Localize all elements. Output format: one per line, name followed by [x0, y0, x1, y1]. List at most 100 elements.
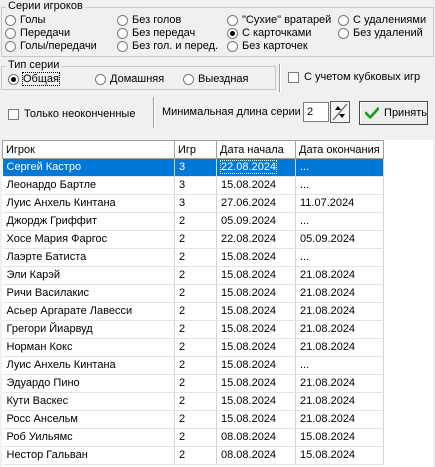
series-table[interactable]: Игрок Игр Дата начала Дата окончания Сер… [2, 140, 433, 467]
column-header-player[interactable]: Игрок [2, 140, 175, 159]
cell-start-date-text: 15.08.2024 [221, 395, 277, 407]
cell-games-text: 2 [179, 287, 186, 299]
table-row[interactable]: Роб Уильямс 2 08.08.2024 15.08.2024 [2, 428, 384, 447]
cell-player-text: Лаэрте Батиста [6, 251, 87, 263]
table-row[interactable]: Леонардо Бартле 3 15.08.2024... [2, 176, 384, 195]
radio-type-overall[interactable]: Общая [8, 72, 60, 86]
radio-goals-assists[interactable]: Голы/передачи [5, 39, 97, 53]
radio-indicator [338, 27, 349, 39]
table-row[interactable]: Эли Карэй 2 15.08.2024 21.08.2024 [2, 266, 384, 285]
radio-type-home[interactable]: Домашняя [95, 72, 164, 86]
radio-label: Голы/передачи [20, 40, 97, 52]
cell-start-date: 15.08.2024 [216, 410, 296, 429]
radio-indicator [117, 14, 128, 26]
table-row[interactable]: Луис Анхель Кинтана 2 15.08.2024... [2, 356, 384, 375]
cell-start-date-text: 15.08.2024 [221, 323, 277, 335]
cell-games-text: 2 [179, 269, 186, 281]
radio-indicator [5, 40, 16, 52]
radio-type-away[interactable]: Выездная [183, 72, 249, 86]
cell-player: Хосе Мария Фаргос [2, 230, 175, 249]
table-row[interactable]: Грегори Йиарвуд 2 15.08.2024 21.08.2024 [2, 320, 384, 339]
apply-button[interactable]: Принять [359, 101, 428, 125]
cell-games-text: 3 [179, 197, 186, 209]
cell-player-text: Луис Анхель Кинтана [6, 359, 116, 371]
cell-start-date: 08.08.2024 [216, 446, 296, 465]
checkbox-indicator [288, 71, 299, 83]
cell-player-text: Ричи Василакис [6, 287, 90, 299]
cell-start-date-text: 15.08.2024 [221, 269, 277, 281]
cell-start-date-text: 08.08.2024 [221, 449, 277, 461]
radio-indicator [5, 27, 16, 39]
cell-player: Джордж Гриффит [2, 212, 175, 231]
radio-indicator [227, 40, 238, 52]
radio-with-dismissals[interactable]: С удалениями [338, 13, 426, 27]
radio-no-goals-assists[interactable]: Без гол. и перед. [117, 39, 218, 53]
cell-start-date: 15.08.2024 [216, 392, 296, 411]
radio-goals[interactable]: Голы [5, 13, 45, 27]
table-row[interactable]: Кути Васкес 2 15.08.2024 21.08.2024 [2, 392, 384, 411]
cell-start-date-text: 15.08.2024 [221, 179, 277, 191]
radio-no-dismissals[interactable]: Без удалений [338, 26, 423, 40]
radio-indicator [183, 73, 194, 85]
table-row[interactable]: Эдуардо Пино 2 15.08.2024 21.08.2024 [2, 374, 384, 393]
cell-end-date: 21.08.2024 [295, 302, 384, 321]
cell-start-date: 15.08.2024 [216, 302, 296, 321]
table-row[interactable]: Сергей Кастро 3 22.08.2024... [2, 158, 384, 177]
cell-end-date-text: 21.08.2024 [300, 323, 356, 335]
table-row[interactable]: Лаэрте Батиста 2 15.08.2024... [2, 248, 384, 267]
radio-with-cards[interactable]: С карточками [227, 26, 311, 40]
table-row[interactable]: Джордж Гриффит 2 05.09.2024... [2, 212, 384, 231]
checkbox-indicator [8, 108, 19, 120]
cell-end-date: ... [295, 176, 384, 195]
table-row[interactable]: Ричи Василакис 2 15.08.2024 21.08.2024 [2, 284, 384, 303]
table-row[interactable]: Хосе Мария Фаргос 2 22.08.2024 05.09.2024 [2, 230, 384, 249]
cell-player: Нестор Гальван [2, 446, 175, 465]
min-length-spinner[interactable] [330, 101, 350, 123]
cell-games-text: 2 [179, 359, 186, 371]
apply-button-label: Принять [384, 107, 427, 119]
radio-no-cards[interactable]: Без карточек [227, 39, 308, 53]
cell-games: 3 [174, 158, 217, 177]
table-row[interactable]: Луис Анхель Кинтана 3 27.06.2024 11.07.2024 [2, 194, 384, 213]
cell-end-date: 15.08.2024 [295, 428, 384, 447]
cell-end-date: 21.08.2024 [295, 374, 384, 393]
radio-no-goals[interactable]: Без голов [117, 13, 181, 27]
cell-player: Асьер Аргарате Лавесси [2, 302, 175, 321]
cell-end-date-text: 21.08.2024 [300, 287, 356, 299]
cell-start-date: 05.09.2024 [216, 212, 296, 231]
cell-start-date-text: 15.08.2024 [221, 251, 277, 263]
radio-indicator [227, 27, 238, 39]
cup-games-checkbox[interactable]: С учетом кубковых игр [288, 70, 420, 84]
radio-label: Без голов [132, 14, 182, 26]
unfinished-only-checkbox[interactable]: Только неоконченные [8, 107, 135, 121]
radio-assists[interactable]: Передачи [5, 26, 70, 40]
table-row[interactable]: Нестор Гальван 2 08.08.2024 15.08.2024 [2, 446, 384, 465]
cell-end-date-text: ... [300, 161, 310, 173]
cell-end-date: 05.09.2024 [295, 230, 384, 249]
series-table-grid: Игрок Игр Дата начала Дата окончания Сер… [2, 140, 384, 465]
cell-end-date-text: 21.08.2024 [300, 269, 356, 281]
table-row[interactable]: Норман Кокс 2 15.08.2024 21.08.2024 [2, 338, 384, 357]
radio-clean-sheets[interactable]: "Сухие" вратарей [227, 13, 331, 27]
cell-player: Росс Ансельм [2, 410, 175, 429]
radio-label: Без гол. и перед. [132, 40, 219, 52]
column-header-start-date[interactable]: Дата начала [216, 140, 296, 159]
cell-player-text: Сергей Кастро [6, 161, 82, 173]
cell-end-date: ... [295, 212, 384, 231]
cell-end-date-text: 21.08.2024 [300, 377, 356, 389]
column-header-games[interactable]: Игр [174, 140, 217, 159]
cell-games-text: 2 [179, 395, 186, 407]
radio-label: С карточками [242, 27, 312, 39]
checkbox-label: Только неоконченные [24, 108, 136, 120]
cell-end-date-text: 21.08.2024 [300, 395, 356, 407]
table-row[interactable]: Асьер Аргарате Лавесси 2 15.08.2024 21.08.2… [2, 302, 384, 321]
separator [153, 97, 155, 128]
min-length-input[interactable]: 2 [303, 102, 329, 122]
cell-end-date-text: 21.08.2024 [300, 341, 356, 353]
column-header-end-date[interactable]: Дата окончания [295, 140, 384, 159]
cell-start-date: 15.08.2024 [216, 248, 296, 267]
radio-no-assists[interactable]: Без передач [117, 26, 195, 40]
table-row[interactable]: Росс Ансельм 2 15.08.2024 21.08.2024 [2, 410, 384, 429]
cell-end-date: 21.08.2024 [295, 410, 384, 429]
cell-end-date-text: ... [300, 251, 310, 263]
